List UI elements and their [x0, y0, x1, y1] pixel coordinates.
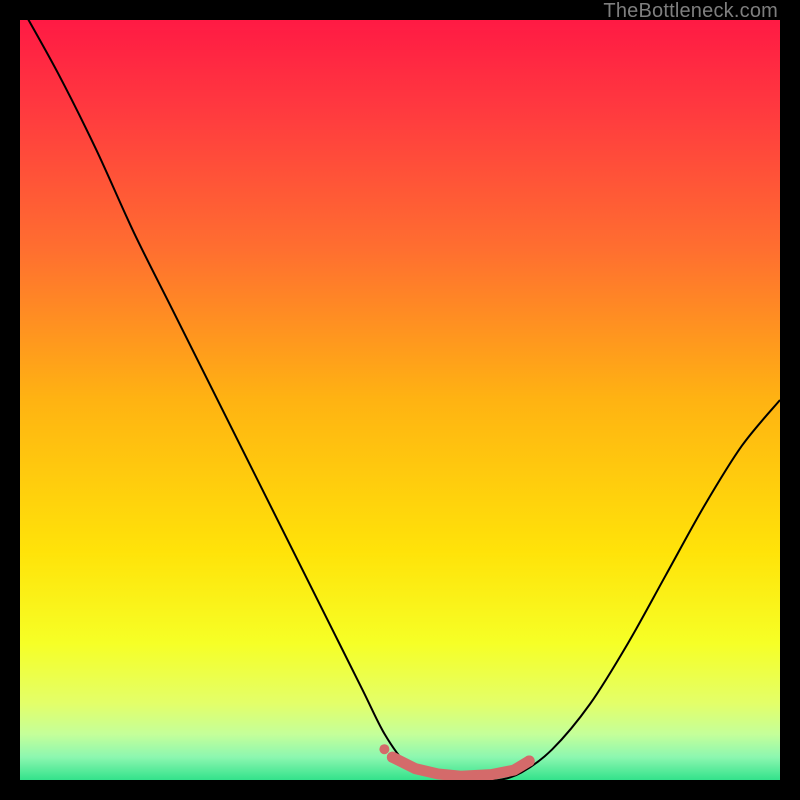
optimal-band-dot	[379, 744, 389, 754]
optimal-band-endpoint	[524, 756, 535, 767]
chart-frame: TheBottleneck.com	[0, 0, 800, 800]
gradient-background	[20, 20, 780, 780]
optimal-band-endpoint	[387, 752, 398, 763]
bottleneck-chart	[20, 20, 780, 780]
plot-area	[20, 20, 780, 780]
